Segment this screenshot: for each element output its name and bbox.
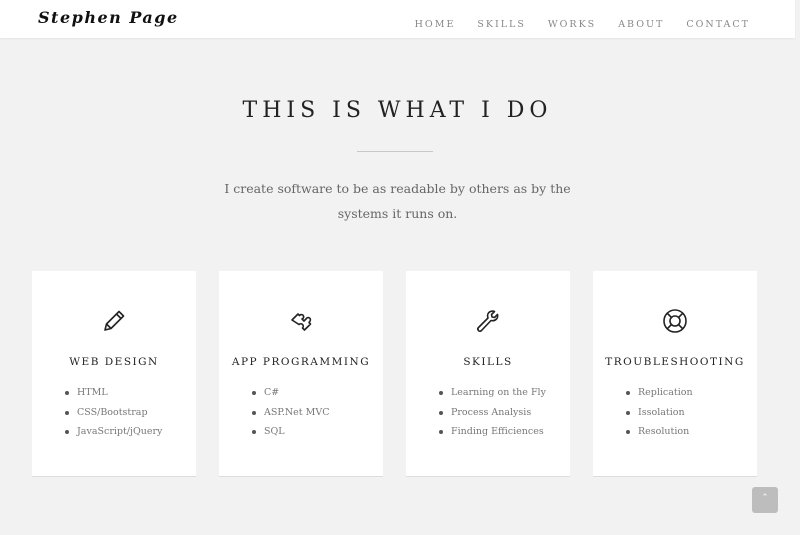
card-title: APP PROGRAMMING — [231, 356, 371, 368]
list-item: HTML — [65, 383, 162, 403]
service-card-web-design: WEB DESIGN HTML CSS/Bootstrap JavaScript… — [32, 271, 196, 477]
list-item: JavaScript/jQuery — [65, 422, 162, 442]
nav-menu: HOME SKILLS WORKS ABOUT CONTACT — [393, 12, 750, 31]
back-to-top-button[interactable]: ˆ — [752, 487, 778, 513]
list-item: Replication — [626, 383, 693, 403]
life-ring-icon — [661, 307, 689, 335]
nav-link-about[interactable]: ABOUT — [618, 19, 664, 30]
list-item: Finding Efficiences — [439, 422, 546, 442]
navbar: Stephen Page HOME SKILLS WORKS ABOUT CON… — [0, 0, 795, 38]
nav-link-skills[interactable]: SKILLS — [477, 19, 525, 30]
card-list: Replication Issolation Resolution — [626, 383, 693, 442]
card-title: SKILLS — [463, 356, 513, 368]
card-list: Learning on the Fly Process Analysis Fin… — [439, 383, 546, 442]
card-list: HTML CSS/Bootstrap JavaScript/jQuery — [65, 383, 162, 442]
list-item: CSS/Bootstrap — [65, 403, 162, 423]
card-list: C# ASP.Net MVC SQL — [252, 383, 329, 442]
list-item: ASP.Net MVC — [252, 403, 329, 423]
card-title: TROUBLESHOOTING — [605, 356, 745, 368]
nav-link-home[interactable]: HOME — [415, 19, 456, 30]
section-intro: I create software to be as readable by o… — [224, 181, 571, 221]
list-item: C# — [252, 383, 329, 403]
nav-item-works: WORKS — [548, 12, 596, 31]
service-card-skills: SKILLS Learning on the Fly Process Analy… — [406, 271, 570, 477]
nav-link-contact[interactable]: CONTACT — [686, 19, 750, 30]
nav-item-about: ABOUT — [618, 12, 664, 31]
brand-logo[interactable]: Stephen Page — [38, 8, 179, 27]
wrench-icon — [474, 307, 502, 335]
list-item: Learning on the Fly — [439, 383, 546, 403]
title-divider — [357, 151, 433, 152]
pencil-icon — [100, 307, 128, 335]
nav-item-contact: CONTACT — [686, 12, 750, 31]
card-title: WEB DESIGN — [69, 356, 159, 368]
service-card-app-programming: APP PROGRAMMING C# ASP.Net MVC SQL — [219, 271, 383, 477]
list-item: Issolation — [626, 403, 693, 423]
nav-item-home: HOME — [415, 12, 456, 31]
list-item: Process Analysis — [439, 403, 546, 423]
section-title: THIS IS WHAT I DO — [242, 98, 553, 123]
chevron-up-icon: ˆ — [762, 492, 768, 505]
list-item: SQL — [252, 422, 329, 442]
service-card-troubleshooting: TROUBLESHOOTING Replication Issolation R… — [593, 271, 757, 477]
nav-link-works[interactable]: WORKS — [548, 19, 596, 30]
nav-item-skills: SKILLS — [477, 12, 525, 31]
puzzle-icon — [287, 307, 315, 335]
list-item: Resolution — [626, 422, 693, 442]
